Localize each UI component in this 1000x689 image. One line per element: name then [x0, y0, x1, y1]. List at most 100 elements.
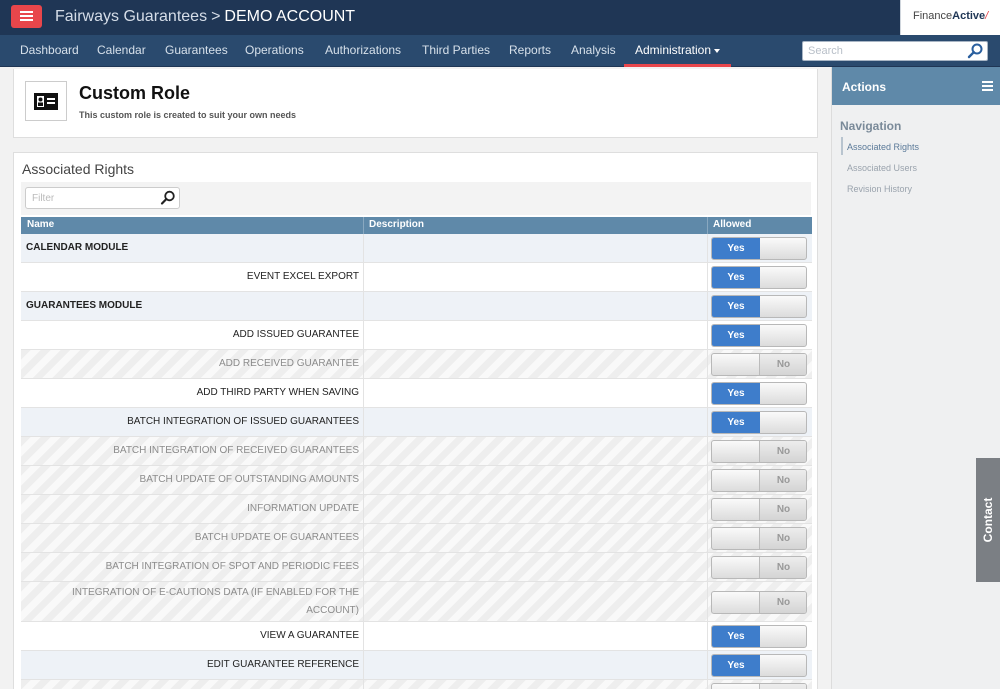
table-row: BATCH UPDATE OF OUTSTANDING AMOUNTS No [21, 466, 812, 495]
allowed-toggle[interactable]: No [711, 556, 807, 579]
main-nav: Dashboard Calendar Guarantees Operations… [0, 35, 1000, 67]
right-name: INFORMATION UPDATE [247, 503, 359, 514]
allowed-toggle[interactable]: No [711, 469, 807, 492]
allowed-toggle[interactable]: Yes [711, 295, 807, 318]
current-link-indicator [841, 137, 843, 155]
nav-guarantees[interactable]: Guarantees [165, 43, 228, 57]
allowed-toggle[interactable]: No [711, 498, 807, 521]
toggle-yes-label: Yes [712, 296, 760, 317]
right-name: INTEGRATION OF E-CAUTIONS DATA (IF ENABL… [71, 587, 359, 616]
table-row: EDIT GUARANTEE REFERENCE Yes [21, 651, 812, 680]
right-name: EDIT GUARANTEE REFERENCE [206, 659, 359, 670]
table-row: BATCH UPDATE OF GUARANTEES No [21, 524, 812, 553]
account-name[interactable]: DEMO ACCOUNT [224, 8, 355, 25]
module-name: CALENDAR MODULE [26, 242, 129, 253]
nav-dashboard[interactable]: Dashboard [20, 43, 79, 57]
contact-label: Contact [981, 497, 995, 543]
right-name: VIEW A GUARANTEE [260, 630, 359, 641]
toggle-yes-label: Yes [712, 626, 760, 647]
right-name: EDIT A GUARANTEE [21, 685, 359, 689]
right-name: BATCH UPDATE OF GUARANTEES [194, 532, 359, 543]
toggle-no-label: No [759, 354, 806, 375]
toggle-no-label: No [759, 684, 806, 689]
right-name: ADD ISSUED GUARANTEE [232, 329, 359, 340]
table-row: GUARANTEES MODULE Yes [21, 292, 812, 321]
allowed-toggle[interactable]: Yes [711, 324, 807, 347]
nav-reports[interactable]: Reports [509, 43, 551, 57]
toggle-no-label: No [759, 470, 806, 491]
column-header-allowed[interactable]: Allowed [713, 219, 751, 230]
toggle-no-label: No [759, 528, 806, 549]
toggle-yes-label: Yes [712, 267, 760, 288]
top-bar: Fairways Guarantees > DEMO ACCOUNT Finance… [0, 0, 1000, 35]
allowed-toggle[interactable]: Yes [711, 382, 807, 405]
table-row: INFORMATION UPDATE No [21, 495, 812, 524]
toggle-yes-label: Yes [712, 655, 760, 676]
allowed-toggle[interactable]: No [711, 683, 807, 689]
actions-label: Actions [842, 80, 887, 94]
column-header-description[interactable]: Description [369, 219, 424, 230]
nav-authorizations[interactable]: Authorizations [325, 43, 401, 57]
filter-input[interactable] [25, 187, 180, 209]
toggle-no-label: No [759, 441, 806, 462]
allowed-toggle[interactable]: No [711, 353, 807, 376]
nav-third-parties[interactable]: Third Parties [422, 43, 490, 57]
associated-rights-card: Associated Rights Name Description Allow… [13, 152, 818, 689]
allowed-toggle[interactable]: Yes [711, 654, 807, 677]
hamburger-menu-button[interactable] [11, 5, 42, 28]
allowed-toggle[interactable]: Yes [711, 266, 807, 289]
app-name[interactable]: Fairways Guarantees [55, 8, 207, 25]
allowed-toggle[interactable]: No [711, 591, 807, 614]
toggle-no-label: No [759, 592, 806, 613]
table-row: ADD RECEIVED GUARANTEE No [21, 350, 812, 379]
allowed-toggle[interactable]: No [711, 527, 807, 550]
allowed-toggle[interactable]: Yes [711, 237, 807, 260]
search-icon[interactable] [967, 43, 984, 59]
column-header-name[interactable]: Name [27, 219, 54, 230]
brand-logo: FinanceActive/ [900, 0, 1000, 35]
right-name: BATCH INTEGRATION OF RECEIVED GUARANTEES [113, 445, 359, 456]
id-card-icon [25, 81, 67, 121]
page-title: Custom Role [79, 83, 191, 103]
nav-operations[interactable]: Operations [245, 43, 304, 57]
allowed-toggle[interactable]: Yes [711, 411, 807, 434]
toggle-no-label: No [759, 557, 806, 578]
search-input[interactable] [802, 41, 988, 61]
toggle-yes-label: Yes [712, 325, 760, 346]
chevron-down-icon [714, 48, 721, 53]
search-icon[interactable] [160, 190, 176, 206]
table-row: VIEW A GUARANTEE Yes [21, 622, 812, 651]
allowed-toggle[interactable]: No [711, 440, 807, 463]
table-row: ADD THIRD PARTY WHEN SAVING Yes [21, 379, 812, 408]
actions-header: Actions [832, 67, 1000, 105]
right-name: BATCH INTEGRATION OF SPOT AND PERIODIC F… [105, 561, 359, 572]
right-name: BATCH UPDATE OF OUTSTANDING AMOUNTS [139, 474, 359, 485]
toggle-yes-label: Yes [712, 383, 760, 404]
filter-bar [21, 182, 811, 215]
contact-tab[interactable]: Contact [976, 458, 1000, 582]
table-header: Name Description Allowed [21, 217, 812, 234]
nav-administration[interactable]: Administration [635, 43, 721, 57]
actions-sidebar: Actions Navigation Associated Rights Ass… [831, 67, 1000, 689]
sidebar-link-revision-history[interactable]: Revision History [847, 184, 912, 194]
breadcrumb-separator: > [211, 8, 221, 25]
table-row: INTEGRATION OF E-CAUTIONS DATA (IF ENABL… [21, 582, 812, 622]
sidebar-link-associated-users[interactable]: Associated Users [847, 163, 917, 173]
nav-calendar[interactable]: Calendar [97, 43, 146, 57]
toggle-yes-label: Yes [712, 238, 760, 259]
table-row: BATCH INTEGRATION OF ISSUED GUARANTEES Ye… [21, 408, 812, 437]
app-title: Fairways Guarantees > DEMO ACCOUNT [55, 8, 355, 26]
list-menu-icon[interactable] [982, 81, 993, 91]
table-row: BATCH INTEGRATION OF RECEIVED GUARANTEES… [21, 437, 812, 466]
nav-analysis[interactable]: Analysis [571, 43, 616, 57]
toggle-yes-label: Yes [712, 412, 760, 433]
right-name: ADD THIRD PARTY WHEN SAVING [196, 387, 359, 398]
right-name: EVENT EXCEL EXPORT [246, 271, 359, 282]
allowed-toggle[interactable]: Yes [711, 625, 807, 648]
role-header-card: Custom Role This custom role is created … [13, 69, 818, 138]
module-name: GUARANTEES MODULE [26, 300, 143, 311]
toggle-no-label: No [759, 499, 806, 520]
table-row: ADD ISSUED GUARANTEE Yes [21, 321, 812, 350]
sidebar-link-associated-rights[interactable]: Associated Rights [847, 142, 919, 152]
page-subtitle: This custom role is created to suit your… [79, 110, 297, 120]
